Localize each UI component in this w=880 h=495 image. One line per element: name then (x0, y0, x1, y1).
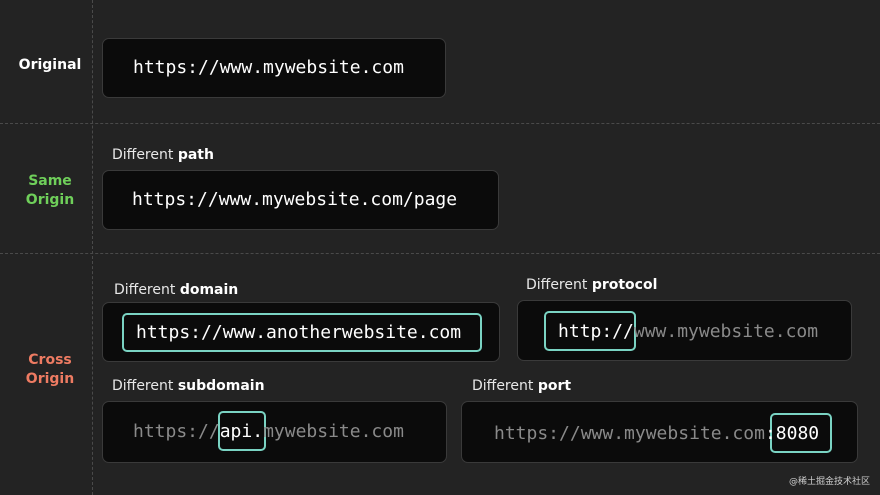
port-url-port: :8080 (764, 423, 820, 444)
port-caption: Different port (472, 378, 571, 394)
port-url-base: https://www.mywebsite.com (494, 423, 765, 444)
original-url-box: https://www.mywebsite.com (102, 38, 446, 98)
path-caption-prefix: Different (112, 147, 178, 163)
domain-url: https://www.anotherwebsite.com (136, 322, 462, 343)
subdomain-caption-bold: subdomain (177, 378, 265, 394)
same-origin-row-label: Same Origin (0, 172, 100, 210)
subdomain-url-rest: mywebsite.com (263, 421, 404, 442)
domain-caption-bold: domain (179, 282, 239, 298)
port-caption-bold: port (537, 378, 572, 394)
same-origin-label-line2: Origin (25, 192, 75, 208)
subdomain-caption-prefix: Different (112, 378, 178, 394)
path-url-box: https://www.mywebsite.com/page (102, 170, 499, 230)
original-row-label: Original (0, 56, 100, 75)
same-origin-label-line1: Same (28, 173, 72, 189)
path-url: https://www.mywebsite.com/page (132, 189, 458, 210)
path-caption: Different path (112, 147, 214, 163)
protocol-url-rest: www.mywebsite.com (633, 321, 819, 342)
cross-origin-label-line1: Cross (28, 352, 72, 368)
subdomain-url-box: https://api.mywebsite.com (102, 401, 447, 463)
port-url-box: https://www.mywebsite.com:8080 (461, 401, 858, 463)
protocol-caption-prefix: Different (526, 277, 592, 293)
watermark: @稀土掘金技术社区 (788, 477, 870, 487)
protocol-caption-bold: protocol (591, 277, 658, 293)
cross-origin-label-line2: Origin (25, 371, 75, 387)
subdomain-url-scheme: https:// (133, 421, 220, 442)
port-url: https://www.mywebsite.com:8080 (494, 422, 819, 446)
row-divider-2 (0, 253, 880, 254)
protocol-url-box: http://www.mywebsite.com (517, 300, 852, 361)
protocol-url: http://www.mywebsite.com (558, 320, 818, 344)
origin-diagram: Original Same Origin Cross Origin https:… (0, 0, 880, 495)
subdomain-caption: Different subdomain (112, 378, 265, 394)
original-url: https://www.mywebsite.com (133, 57, 404, 78)
subdomain-url: https://api.mywebsite.com (133, 420, 404, 444)
path-caption-bold: path (177, 147, 214, 163)
cross-origin-row-label: Cross Origin (0, 351, 100, 389)
row-divider-1 (0, 123, 880, 124)
original-label-text: Original (18, 57, 82, 73)
port-caption-prefix: Different (472, 378, 538, 394)
domain-url-box: https://www.anotherwebsite.com (102, 302, 500, 362)
domain-caption: Different domain (114, 282, 238, 298)
domain-caption-prefix: Different (114, 282, 180, 298)
protocol-url-scheme: http:// (558, 321, 634, 342)
protocol-caption: Different protocol (526, 277, 657, 293)
subdomain-url-sub: api. (219, 421, 264, 442)
